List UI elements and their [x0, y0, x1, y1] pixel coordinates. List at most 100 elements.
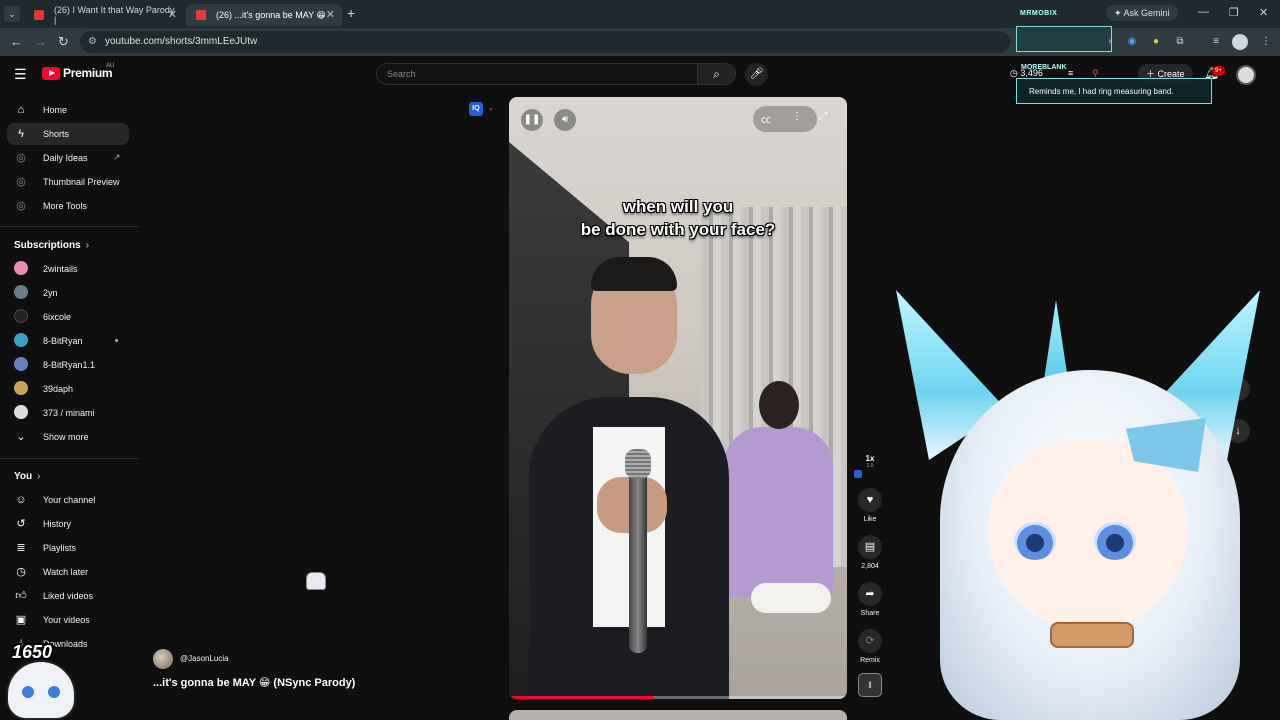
video-frame-singer: [591, 257, 677, 291]
extension-icon: ◎: [16, 176, 26, 188]
closed-captions-button[interactable]: ㏄: [761, 111, 771, 126]
search-button[interactable]: ⌕: [698, 63, 736, 85]
shorts-video-player[interactable]: when will you be done with your face? ❚❚…: [509, 97, 847, 699]
iq-extension-button[interactable]: IQ: [469, 102, 483, 116]
sidebar-item-home[interactable]: ⌂ Home: [7, 99, 129, 121]
speed-sub-value: 1.0: [866, 463, 874, 469]
sidebar-item-thumbnail-preview[interactable]: ◎ Thumbnail Preview: [7, 171, 129, 193]
sidebar-item-history[interactable]: ↺ History: [7, 513, 129, 535]
extension-icon[interactable]: ●: [1148, 34, 1164, 50]
youtube-favicon-icon: [34, 10, 44, 20]
voice-search-button[interactable]: 🎤︎: [745, 63, 768, 86]
sidebar-item-label: Liked videos: [43, 591, 94, 601]
sidebar-item-label: Shorts: [43, 129, 70, 139]
remix-label: Remix: [860, 657, 880, 664]
sidebar-item-label: Your videos: [43, 615, 90, 625]
iq-extension-icon[interactable]: [854, 470, 862, 478]
sidebar-item-playlists[interactable]: ≣ Playlists: [7, 537, 129, 559]
reload-button[interactable]: ↻: [58, 34, 69, 50]
browser-tab[interactable]: (26) I Want It that Way Parody | ✕: [24, 4, 184, 26]
playback-speed-button[interactable]: 1x 1.0: [860, 454, 880, 469]
minimize-window-button[interactable]: —: [1198, 6, 1209, 18]
channel-avatar: [14, 381, 28, 395]
sidebar-item-your-channel[interactable]: ☺ Your channel: [7, 489, 129, 511]
channel-avatar[interactable]: [153, 649, 173, 669]
vtuber-avatar-overlay: [880, 290, 1280, 720]
browser-tab-bar: ⌄ (26) I Want It that Way Parody | ✕ (26…: [0, 0, 1280, 28]
new-tab-button[interactable]: +: [347, 5, 355, 21]
remix-button[interactable]: ⟳ Remix: [858, 629, 882, 664]
cat-sprite-icon: [306, 572, 326, 590]
video-title[interactable]: ...it's gonna be MAY 😁 (NSync Parody): [153, 676, 355, 689]
share-button[interactable]: ➦ Share: [858, 582, 882, 617]
you-heading[interactable]: You ›: [14, 471, 41, 482]
ask-gemini-button[interactable]: ✦ Ask Gemini: [1106, 5, 1178, 21]
browser-menu-icon[interactable]: ⋮: [1258, 34, 1274, 50]
overlay-widget-box: [1016, 26, 1112, 52]
history-icon: ↺: [16, 518, 26, 530]
address-bar[interactable]: ⚙ youtube.com/shorts/3mmLEeJUtw: [80, 31, 1010, 53]
sidebar-item-label: 39daph: [43, 384, 74, 394]
sidebar-item-subscription[interactable]: 6ixcole: [7, 306, 129, 328]
vtuber-eye: [1014, 522, 1056, 560]
hamburger-menu-icon[interactable]: ☰: [14, 66, 27, 83]
external-link-icon: ↗: [113, 152, 121, 162]
fullscreen-icon[interactable]: ⤢: [819, 111, 827, 122]
tab-search-button[interactable]: ⌄: [4, 6, 20, 22]
sidebar-item-subscription[interactable]: 2yn: [7, 282, 129, 304]
next-short-preview[interactable]: [509, 710, 847, 720]
sidebar-item-watch-later[interactable]: ◷ Watch later: [7, 561, 129, 583]
site-info-icon[interactable]: ⚙: [88, 36, 97, 47]
sidebar-item-subscription[interactable]: 2wintails: [7, 258, 129, 280]
chevron-down-icon[interactable]: ⌄: [488, 104, 494, 112]
close-tab-icon[interactable]: ✕: [168, 8, 177, 21]
sidebar-item-your-videos[interactable]: ▣ Your videos: [7, 609, 129, 631]
pause-button[interactable]: ❚❚: [521, 109, 543, 131]
sidebar-item-subscription[interactable]: 8-BitRyan: [7, 330, 129, 352]
sound-thumbnail[interactable]: ‖: [858, 673, 882, 697]
audio-waveform-icon: ‖: [868, 680, 872, 690]
sidebar-item-label: Thumbnail Preview: [43, 177, 120, 187]
thumbs-up-icon: 👍︎: [15, 590, 27, 602]
channel-handle[interactable]: @JasonLucia: [180, 654, 229, 663]
youtube-favicon-icon: [196, 10, 206, 20]
menu-icon[interactable]: ≡: [1068, 68, 1073, 78]
sidebar-item-subscription[interactable]: 8-BitRyan1.1: [7, 354, 129, 376]
sidebar-divider: [0, 458, 138, 459]
sidebar-item-label: 8-BitRyan1.1: [43, 360, 96, 370]
profile-avatar-icon[interactable]: [1232, 34, 1248, 50]
channel-avatar: [14, 285, 28, 299]
close-tab-icon[interactable]: ✕: [326, 8, 335, 21]
playlists-icon: ≣: [16, 542, 26, 554]
extension-icon: ◎: [16, 200, 26, 212]
forward-button[interactable]: →: [34, 34, 47, 49]
browser-tab-active[interactable]: (26) ...it's gonna be MAY 😁 ✕: [186, 4, 342, 26]
restore-window-button[interactable]: ❐: [1229, 6, 1239, 19]
tab-title: (26) ...it's gonna be MAY 😁: [216, 9, 326, 20]
caption-line: when will you: [622, 197, 734, 216]
video-progress-bar[interactable]: [509, 696, 847, 699]
sidebar-item-liked-videos[interactable]: 👍︎ Liked videos: [7, 585, 129, 607]
sidebar-item-shorts[interactable]: ϟ Shorts: [7, 123, 129, 145]
reading-list-icon[interactable]: ≡: [1208, 34, 1224, 50]
account-avatar[interactable]: [1236, 65, 1256, 85]
sidebar-item-more-tools[interactable]: ◎ More Tools: [7, 195, 129, 217]
more-options-icon[interactable]: ⋮: [792, 111, 802, 122]
extension-icon[interactable]: ◉: [1124, 34, 1140, 50]
close-window-button[interactable]: ✕: [1259, 6, 1268, 19]
sidebar-item-subscription[interactable]: 373 / minami: [7, 402, 129, 424]
back-button[interactable]: ←: [10, 34, 23, 49]
like-button[interactable]: ♥ Like: [858, 488, 882, 523]
comments-button[interactable]: ▤ 2,804: [858, 535, 882, 570]
chevron-down-icon: ⌄: [16, 431, 26, 443]
subscriptions-heading[interactable]: Subscriptions ›: [14, 240, 89, 251]
comments-count: 2,804: [861, 563, 879, 570]
search-input[interactable]: Search: [376, 63, 698, 85]
extensions-puzzle-icon[interactable]: ⧉: [1172, 34, 1188, 50]
sidebar-show-more[interactable]: ⌄ Show more: [7, 426, 129, 448]
sidebar-item-subscription[interactable]: 39daph: [7, 378, 129, 400]
youtube-premium-logo[interactable]: Premium AU: [42, 63, 114, 80]
like-label: Like: [863, 516, 877, 523]
sidebar-item-daily-ideas[interactable]: ◎ Daily Ideas ↗: [7, 147, 129, 169]
volume-button[interactable]: 🔊︎: [554, 109, 576, 131]
